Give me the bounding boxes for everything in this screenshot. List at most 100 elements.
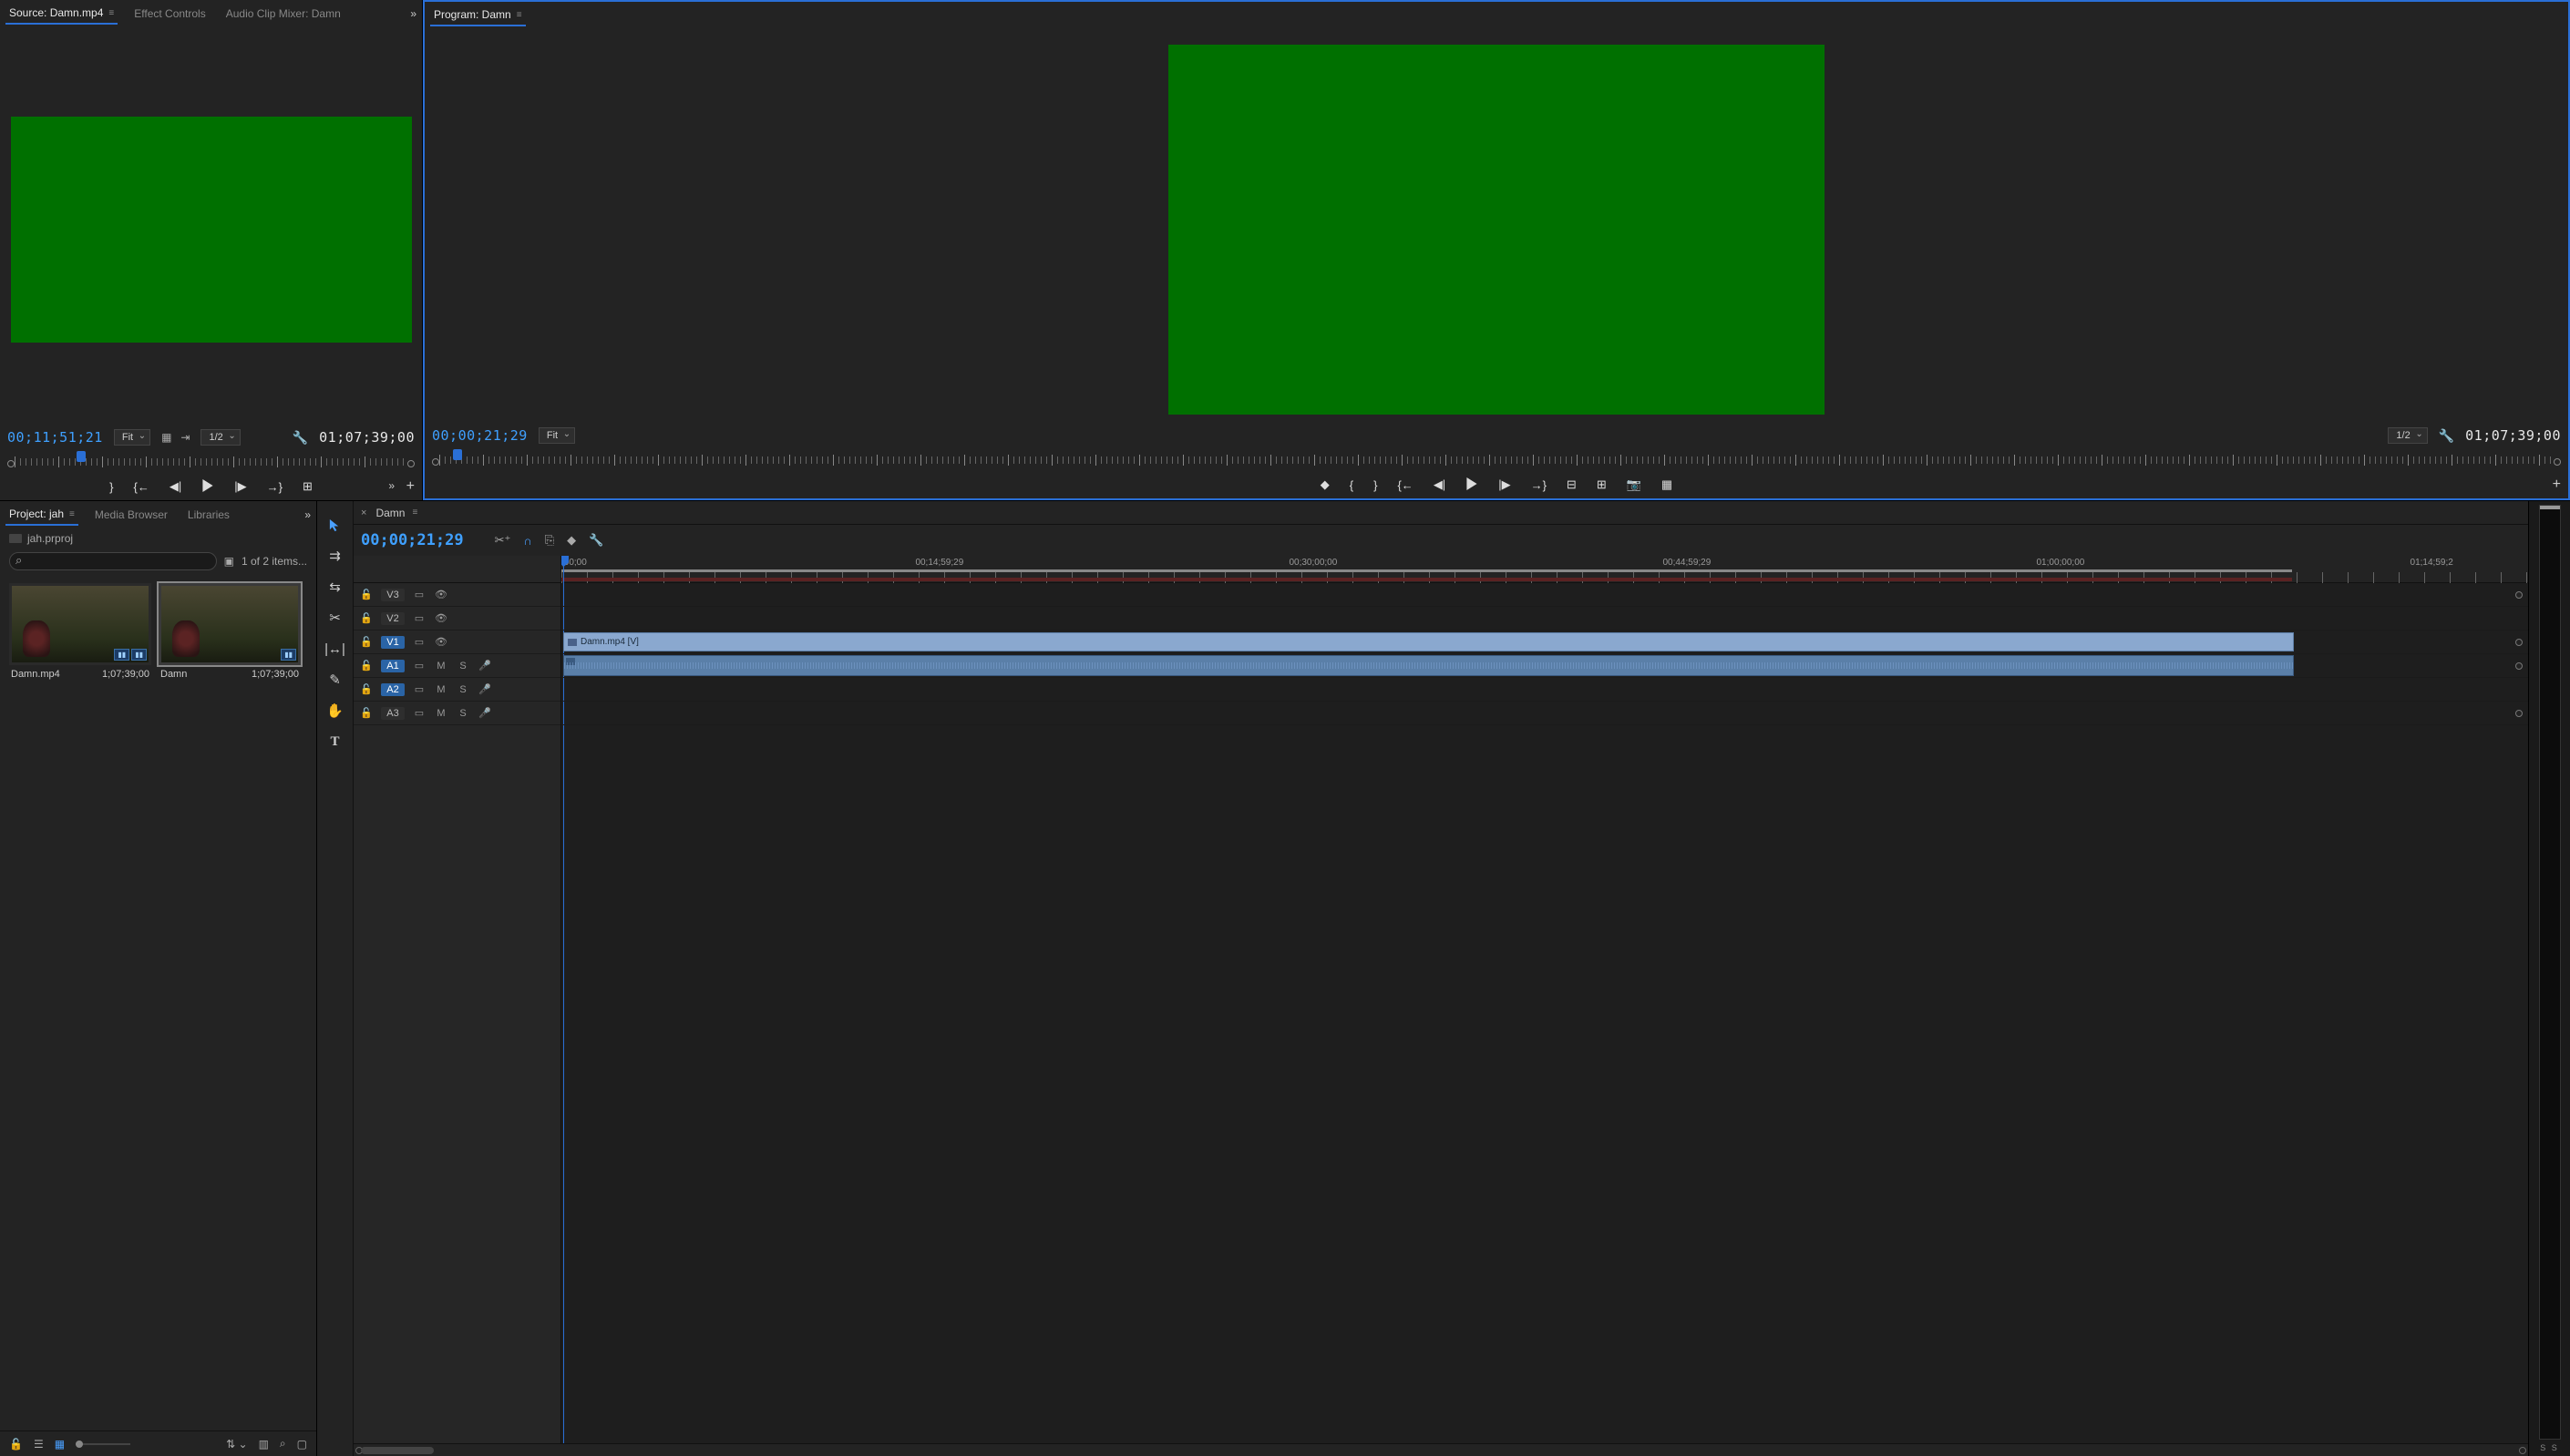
pen-tool-icon[interactable]: ✎ (324, 671, 346, 689)
track-header-a3[interactable]: 🔓 A3 ▭ M S 🎤 (354, 702, 560, 725)
step-fwd-icon[interactable]: |▶ (234, 479, 246, 494)
tab-libraries[interactable]: Libraries (184, 505, 233, 525)
sync-lock-icon[interactable]: ▭ (412, 707, 427, 719)
sync-lock-icon[interactable]: ▭ (412, 589, 427, 600)
mark-in-icon[interactable]: } (109, 480, 113, 494)
project-bin[interactable]: ▮▮▮▮ Damn.mp4 1;07;39;00 ▮▮ Damn 1;07;39… (0, 574, 316, 1430)
toggle-output-icon[interactable]: 👁 (434, 612, 448, 624)
toggle-output-icon[interactable]: 👁 (434, 589, 448, 600)
lock-icon[interactable]: 🔓 (359, 683, 374, 695)
program-scrub-bar[interactable] (432, 449, 2561, 471)
solo-icon[interactable]: S (456, 684, 470, 695)
lane-v2[interactable] (561, 607, 2528, 631)
hand-tool-icon[interactable]: ✋ (324, 702, 346, 720)
lock-icon[interactable]: 🔓 (359, 636, 374, 648)
source-timecode[interactable]: 00;11;51;21 (7, 429, 103, 446)
tab-effect-controls[interactable]: Effect Controls (130, 4, 209, 24)
lock-icon[interactable]: 🔓 (359, 660, 374, 672)
audio-meters[interactable]: S S (2528, 501, 2570, 1456)
track-label[interactable]: A1 (381, 660, 405, 672)
track-height-handle[interactable] (2515, 639, 2523, 646)
source-scrub-bar[interactable] (7, 451, 415, 473)
write-lock-icon[interactable]: 🔓 (9, 1438, 23, 1451)
go-to-in-icon[interactable]: {← (1397, 478, 1413, 492)
menu-icon[interactable]: ≡ (69, 509, 75, 519)
sequence-tab[interactable]: Damn ≡ (375, 507, 417, 519)
source-video-area[interactable] (0, 27, 422, 424)
go-to-in-icon[interactable]: {← (134, 480, 149, 494)
lock-icon[interactable]: 🔓 (359, 612, 374, 624)
scrollbar-thumb[interactable] (361, 1447, 434, 1454)
razor-tool-icon[interactable]: ✂ (324, 609, 346, 627)
menu-icon[interactable]: ≡ (517, 10, 522, 20)
source-fit-dropdown[interactable]: Fit (114, 429, 150, 446)
time-ruler[interactable]: ;00;00 00;14;59;29 00;30;00;00 00;44;59;… (561, 556, 2528, 583)
source-inout-icon[interactable]: ⇥ (180, 431, 190, 444)
find-icon[interactable]: ⌕ (280, 1437, 286, 1451)
play-icon[interactable] (201, 479, 214, 495)
source-safe-margins-icon[interactable]: ▦ (161, 431, 171, 444)
source-settings-icon[interactable]: 🔧 (293, 430, 308, 446)
thumbnail-zoom-slider[interactable] (76, 1443, 130, 1445)
mark-in-icon[interactable]: { (1350, 478, 1353, 492)
voice-record-icon[interactable]: 🎤 (478, 683, 492, 695)
mark-out-icon[interactable]: } (1373, 478, 1377, 492)
export-frame-icon[interactable]: 📷 (1627, 477, 1641, 492)
tab-media-browser[interactable]: Media Browser (91, 505, 171, 525)
mute-icon[interactable]: M (434, 684, 448, 695)
project-breadcrumb[interactable]: jah.prproj (0, 528, 316, 549)
lane-a3[interactable] (561, 702, 2528, 725)
program-settings-icon[interactable]: 🔧 (2439, 428, 2454, 444)
program-video-area[interactable] (425, 29, 2568, 422)
toggle-output-icon[interactable]: 👁 (434, 636, 448, 648)
program-playhead[interactable] (453, 449, 462, 460)
type-tool-icon[interactable]: T (324, 733, 346, 751)
nest-toggle-icon[interactable]: ✂⁺ (495, 533, 511, 548)
lane-a1[interactable] (561, 654, 2528, 678)
voice-record-icon[interactable]: 🎤 (478, 707, 492, 719)
track-label[interactable]: V1 (381, 636, 405, 649)
play-icon[interactable] (1465, 477, 1478, 493)
overflow-chevrons-icon[interactable]: » (304, 508, 311, 521)
lift-icon[interactable]: ⊟ (1567, 477, 1577, 492)
solo-icon[interactable]: S (456, 661, 470, 672)
voice-record-icon[interactable]: 🎤 (478, 660, 492, 672)
track-select-tool-icon[interactable]: ⇉ (324, 547, 346, 565)
program-fit-dropdown[interactable]: Fit (539, 427, 575, 444)
audio-clip[interactable] (563, 655, 2294, 676)
overflow-chevrons-icon[interactable]: » (410, 7, 416, 20)
track-header-a1[interactable]: 🔓 A1 ▭ M S 🎤 (354, 654, 560, 678)
timeline-track-area[interactable]: ;00;00 00;14;59;29 00;30;00;00 00;44;59;… (561, 556, 2528, 1443)
source-res-dropdown[interactable]: 1/2 (200, 429, 240, 446)
source-add-button-icon[interactable]: + (406, 478, 415, 495)
menu-icon[interactable]: ≡ (412, 508, 417, 518)
sync-lock-icon[interactable]: ▭ (412, 636, 427, 648)
source-playhead[interactable] (77, 451, 86, 462)
sync-lock-icon[interactable]: ▭ (412, 660, 427, 672)
program-timecode[interactable]: 00;00;21;29 (432, 427, 528, 444)
tab-project[interactable]: Project: jah ≡ (5, 504, 78, 526)
project-search-input[interactable] (9, 552, 217, 570)
lock-icon[interactable]: 🔓 (359, 589, 374, 600)
track-header-v3[interactable]: 🔓 V3 ▭ 👁 (354, 583, 560, 607)
timeline-horizontal-scrollbar[interactable] (354, 1443, 2528, 1456)
track-label[interactable]: V3 (381, 589, 405, 601)
insert-icon[interactable]: ⊞ (303, 479, 313, 494)
automate-icon[interactable]: ▥ (259, 1438, 269, 1451)
lane-a2[interactable] (561, 678, 2528, 702)
source-transport-overflow-icon[interactable]: » (388, 479, 395, 492)
linked-selection-icon[interactable]: ⎘ (545, 533, 554, 548)
go-to-out-icon[interactable]: →} (267, 480, 283, 494)
track-height-handle[interactable] (2515, 710, 2523, 717)
extract-icon[interactable]: ⊞ (1597, 477, 1607, 492)
tab-source[interactable]: Source: Damn.mp4 ≡ (5, 3, 118, 25)
track-label[interactable]: A3 (381, 707, 405, 720)
go-to-out-icon[interactable]: →} (1531, 478, 1547, 492)
sync-lock-icon[interactable]: ▭ (412, 683, 427, 695)
new-item-icon[interactable]: ▢ (297, 1438, 307, 1451)
bin-item[interactable]: ▮▮ Damn 1;07;39;00 (159, 583, 301, 1421)
add-marker-icon[interactable]: ◆ (567, 533, 576, 548)
solo-indicator[interactable]: S S (2540, 1443, 2559, 1452)
track-height-handle[interactable] (2515, 662, 2523, 670)
step-back-icon[interactable]: ◀| (170, 479, 181, 494)
